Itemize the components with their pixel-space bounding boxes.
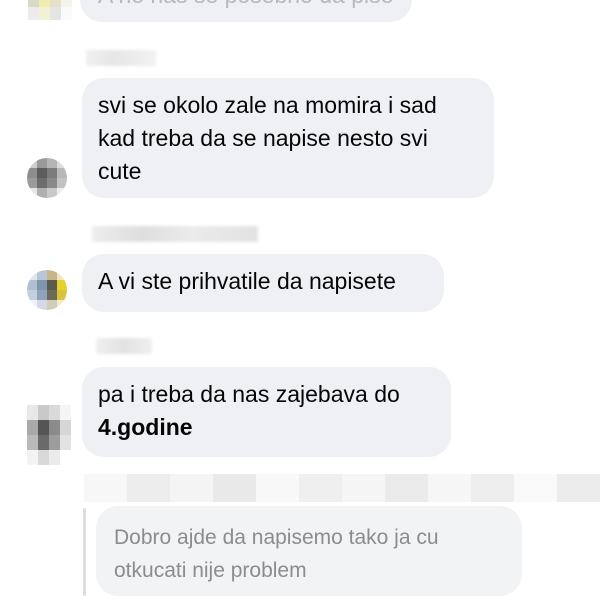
reply-text-line: otkucati nije problem xyxy=(114,559,307,582)
sender-name xyxy=(86,50,156,66)
sender-name xyxy=(96,338,152,354)
message-text-line: svi se okolo zale na momira i sad xyxy=(98,92,437,118)
message-text-line: kad treba da se napise nesto svi xyxy=(98,125,428,151)
redacted-strip xyxy=(84,474,600,502)
sender-name xyxy=(92,226,258,242)
message-bubble: pa i treba da nas zajebava do 4.godine xyxy=(82,367,451,457)
avatar xyxy=(27,405,71,465)
message-text: A ne nas se posebno da pise xyxy=(98,0,393,12)
avatar xyxy=(28,0,72,20)
message-text-line: pa i treba da nas zajebava do xyxy=(98,381,400,407)
message-bubble: A vi ste prihvatile da napisete xyxy=(82,254,444,312)
reply-indicator xyxy=(83,508,86,596)
avatar xyxy=(27,158,67,198)
message-text-bold: 4.godine xyxy=(98,414,193,440)
message-bubble: svi se okolo zale na momira i sad kad tr… xyxy=(82,78,494,198)
message-text: A vi ste prihvatile da napisete xyxy=(98,268,396,294)
reply-text-line: Dobro ajde da napisemo tako ja cu xyxy=(114,526,439,549)
message-bubble: A ne nas se posebno da pise xyxy=(80,0,412,22)
avatar xyxy=(27,270,67,310)
message-text-line: cute xyxy=(98,158,142,184)
reply-preview[interactable]: Dobro ajde da napisemo tako ja cu otkuca… xyxy=(96,506,522,596)
